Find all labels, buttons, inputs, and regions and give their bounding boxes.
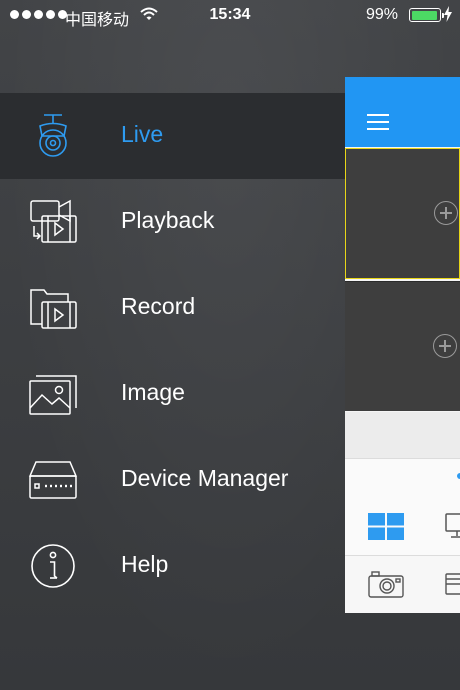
menu-item-help[interactable]: Help xyxy=(0,523,345,609)
menu-item-record[interactable]: Record xyxy=(0,265,345,351)
live-view-header xyxy=(345,77,460,147)
add-channel-icon[interactable] xyxy=(433,334,457,358)
charging-bolt-icon xyxy=(444,6,452,22)
snapshot-camera-icon[interactable] xyxy=(368,570,404,598)
menu-item-live[interactable]: Live xyxy=(0,93,345,179)
playback-icon xyxy=(30,199,77,243)
device-icon[interactable] xyxy=(445,570,460,596)
side-menu: Live Playback Record Image Device Manage… xyxy=(0,93,345,609)
menu-item-device-manager[interactable]: Device Manager xyxy=(0,437,345,523)
status-bar: 中国移动 15:34 99% xyxy=(0,0,460,30)
record-folder-icon xyxy=(30,289,77,329)
camera-icon xyxy=(39,114,67,157)
live-view-panel[interactable] xyxy=(345,77,460,613)
menu-item-label: Help xyxy=(121,551,169,577)
menu-item-playback[interactable]: Playback xyxy=(0,179,345,265)
video-channel-1[interactable] xyxy=(345,148,460,279)
monitor-icon[interactable] xyxy=(445,513,460,539)
video-channel-2[interactable] xyxy=(345,281,460,411)
menu-item-label: Image xyxy=(121,379,185,405)
hamburger-menu-icon[interactable] xyxy=(367,114,389,130)
menu-item-label: Record xyxy=(121,293,196,319)
menu-item-label: Playback xyxy=(121,207,215,233)
image-icon xyxy=(29,375,77,415)
bottom-action-bar xyxy=(345,556,460,613)
battery-icon xyxy=(409,8,444,22)
battery-percent: 99% xyxy=(365,6,398,23)
menu-item-label: Device Manager xyxy=(121,465,289,491)
add-channel-icon[interactable] xyxy=(434,201,458,225)
battery-fill xyxy=(411,10,438,20)
split-screen-grid-icon[interactable] xyxy=(368,513,404,540)
menu-item-label: Live xyxy=(121,121,164,147)
nvr-device-icon xyxy=(28,461,78,499)
menu-item-image[interactable]: Image xyxy=(0,351,345,437)
control-strip xyxy=(345,412,460,459)
live-toolbar xyxy=(345,459,460,556)
info-icon xyxy=(31,544,75,588)
